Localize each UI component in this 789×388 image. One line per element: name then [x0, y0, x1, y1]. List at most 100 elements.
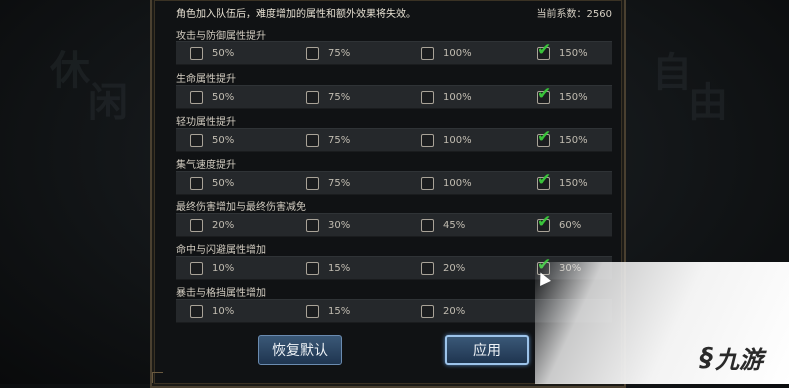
option-label: 20% [212, 219, 235, 231]
checkmark-icon: ✔ [537, 211, 552, 232]
checkbox[interactable]: ✔ [537, 85, 551, 104]
option-label: 100% [443, 134, 472, 146]
option-checkbox-item[interactable]: ✔ 75% [306, 86, 350, 108]
section-title: 集气速度提升 [176, 160, 236, 171]
checkbox[interactable]: ✔ [190, 133, 203, 147]
option-label: 100% [443, 47, 472, 59]
checkbox[interactable]: ✔ [306, 90, 319, 104]
checkmark-icon: ✔ [537, 83, 552, 104]
background-glyph: 休 [50, 47, 90, 94]
option-row: ✔ 20% ✔ 30% ✔ 45% ✔ 60% [176, 213, 612, 237]
option-checkbox-item[interactable]: ✔ 20% [421, 257, 465, 279]
checkbox[interactable]: ✔ [306, 304, 319, 318]
option-checkbox-item[interactable]: ✔ 50% [190, 42, 234, 64]
checkbox[interactable]: ✔ [306, 218, 319, 232]
section-title: 攻击与防御属性提升 [176, 31, 266, 42]
checkbox[interactable]: ✔ [537, 213, 551, 232]
option-checkbox-item[interactable]: ✔ 75% [306, 129, 350, 151]
option-checkbox-item[interactable]: ✔ 15% [306, 300, 350, 322]
option-label: 20% [443, 262, 466, 274]
checkmark-icon: ✔ [537, 169, 552, 190]
option-label: 75% [328, 91, 351, 103]
checkbox[interactable]: ✔ [306, 133, 319, 147]
checkbox[interactable]: ✔ [190, 90, 203, 104]
option-label: 10% [212, 305, 235, 317]
option-label: 150% [559, 47, 588, 59]
checkbox[interactable]: ✔ [421, 133, 434, 147]
section-title: 命中与闪避属性增加 [176, 245, 266, 256]
background-glyph: 自 [652, 49, 692, 96]
option-checkbox-item[interactable]: ✔ 150% [537, 41, 588, 64]
option-checkbox-item[interactable]: ✔ 50% [190, 129, 234, 151]
checkbox[interactable]: ✔ [421, 218, 434, 232]
reset-default-button[interactable]: 恢复默认 [258, 335, 342, 365]
checkbox[interactable]: ✔ [306, 261, 319, 275]
option-checkbox-item[interactable]: ✔ 75% [306, 172, 350, 194]
watermark-text: 九游 [715, 346, 763, 374]
option-checkbox-item[interactable]: ✔ 100% [421, 42, 472, 64]
option-label: 50% [212, 177, 235, 189]
checkbox[interactable]: ✔ [190, 261, 203, 275]
checkbox[interactable]: ✔ [306, 176, 319, 190]
option-label: 50% [212, 91, 235, 103]
option-label: 100% [443, 91, 472, 103]
checkmark-icon: ✔ [537, 126, 552, 147]
option-label: 150% [559, 134, 588, 146]
option-label: 100% [443, 177, 472, 189]
option-checkbox-item[interactable]: ✔ 60% [537, 213, 582, 236]
option-checkbox-item[interactable]: ✔ 50% [190, 172, 234, 194]
swirl-logo-icon: § [700, 342, 713, 373]
checkbox[interactable]: ✔ [190, 304, 203, 318]
option-label: 75% [328, 47, 351, 59]
option-checkbox-item[interactable]: ✔ 100% [421, 172, 472, 194]
checkbox[interactable]: ✔ [537, 128, 551, 147]
section-title: 生命属性提升 [176, 74, 236, 85]
option-label: 15% [328, 305, 351, 317]
option-checkbox-item[interactable]: ✔ 150% [537, 128, 588, 151]
option-checkbox-item[interactable]: ✔ 150% [537, 85, 588, 108]
option-label: 60% [559, 219, 582, 231]
option-row: ✔ 50% ✔ 75% ✔ 100% ✔ 150% [176, 85, 612, 109]
option-checkbox-item[interactable]: ✔ 20% [190, 214, 234, 236]
option-label: 10% [212, 262, 235, 274]
option-checkbox-item[interactable]: ✔ 10% [190, 300, 234, 322]
checkbox[interactable]: ✔ [537, 41, 551, 60]
option-checkbox-item[interactable]: ✔ 50% [190, 86, 234, 108]
checkbox[interactable]: ✔ [421, 304, 434, 318]
watermark-logo: § 九游 [700, 340, 763, 375]
option-checkbox-item[interactable]: ✔ 100% [421, 129, 472, 151]
checkbox[interactable]: ✔ [190, 176, 203, 190]
option-label: 150% [559, 177, 588, 189]
option-checkbox-item[interactable]: ✔ 10% [190, 257, 234, 279]
checkbox[interactable]: ✔ [306, 46, 319, 60]
option-label: 50% [212, 134, 235, 146]
option-label: 75% [328, 177, 351, 189]
checkbox[interactable]: ✔ [537, 171, 551, 190]
current-coefficient: 当前系数：2560 [536, 9, 612, 20]
section-title: 轻功属性提升 [176, 117, 236, 128]
option-checkbox-item[interactable]: ✔ 30% [306, 214, 350, 236]
checkbox[interactable]: ✔ [421, 261, 434, 275]
option-label: 30% [328, 219, 351, 231]
apply-button[interactable]: 应用 [445, 335, 529, 365]
checkbox[interactable]: ✔ [190, 46, 203, 60]
option-label: 45% [443, 219, 466, 231]
option-row: ✔ 50% ✔ 75% ✔ 100% ✔ 150% [176, 171, 612, 195]
checkbox[interactable]: ✔ [421, 90, 434, 104]
option-checkbox-item[interactable]: ✔ 100% [421, 86, 472, 108]
option-label: 20% [443, 305, 466, 317]
checkbox[interactable]: ✔ [421, 46, 434, 60]
background-glyph: 闲 [88, 79, 128, 126]
checkbox[interactable]: ✔ [190, 218, 203, 232]
option-label: 15% [328, 262, 351, 274]
option-checkbox-item[interactable]: ✔ 150% [537, 171, 588, 194]
option-checkbox-item[interactable]: ✔ 45% [421, 214, 465, 236]
option-checkbox-item[interactable]: ✔ 75% [306, 42, 350, 64]
panel-corner-ornament [152, 372, 163, 383]
option-checkbox-item[interactable]: ✔ 15% [306, 257, 350, 279]
option-label: 50% [212, 47, 235, 59]
section-title: 暴击与格挡属性增加 [176, 288, 266, 299]
option-row: ✔ 50% ✔ 75% ✔ 100% ✔ 150% [176, 41, 612, 65]
checkbox[interactable]: ✔ [421, 176, 434, 190]
option-checkbox-item[interactable]: ✔ 20% [421, 300, 465, 322]
